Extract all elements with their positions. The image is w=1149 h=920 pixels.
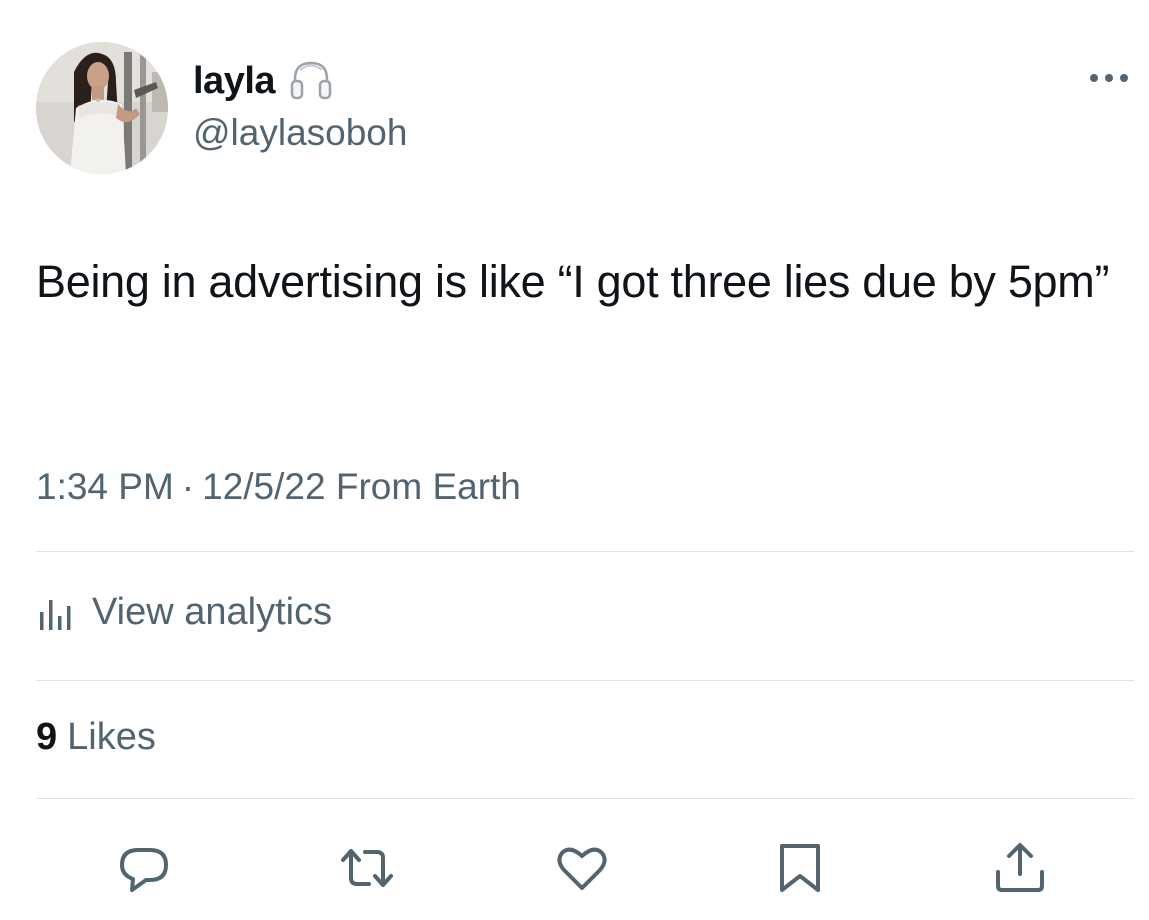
avatar[interactable] xyxy=(36,42,168,174)
divider xyxy=(36,798,1134,799)
profile-photo xyxy=(36,42,168,174)
bookmark-button[interactable] xyxy=(770,838,830,898)
tweet-metadata: 1:34 PM · 12/5/22 From Earth xyxy=(36,466,521,508)
display-name[interactable]: layla xyxy=(193,60,276,103)
tweet-text: Being in advertising is like “I got thre… xyxy=(36,256,1110,307)
likes-link[interactable]: 9 Likes xyxy=(36,716,156,759)
likes-count: 9 xyxy=(36,716,58,758)
divider xyxy=(36,680,1134,681)
bookmark-icon xyxy=(780,844,820,892)
meta-separator: · xyxy=(181,466,195,507)
divider xyxy=(36,551,1134,552)
display-name-row[interactable]: layla xyxy=(193,56,335,106)
bar-chart-icon xyxy=(36,592,76,632)
heart-icon xyxy=(557,847,607,890)
retweet-arrows-icon xyxy=(341,849,393,887)
speech-bubble-icon xyxy=(120,848,168,892)
user-handle[interactable]: @laylasoboh xyxy=(193,112,407,154)
retweet-button[interactable] xyxy=(337,838,397,898)
upload-share-icon xyxy=(996,843,1044,892)
more-options-icon[interactable] xyxy=(1086,66,1132,90)
view-analytics-label: View analytics xyxy=(92,590,333,633)
headphones-icon xyxy=(287,57,335,105)
tweet-time[interactable]: 1:34 PM xyxy=(36,466,174,507)
reply-button[interactable] xyxy=(114,838,174,898)
like-button[interactable] xyxy=(552,838,612,898)
view-analytics-link[interactable]: View analytics xyxy=(36,586,332,638)
likes-label: Likes xyxy=(67,716,156,758)
share-button[interactable] xyxy=(990,838,1050,898)
tweet-detail: layla @laylasoboh Being in advertising i… xyxy=(0,0,1149,920)
tweet-date-source: 12/5/22 From Earth xyxy=(202,466,521,507)
